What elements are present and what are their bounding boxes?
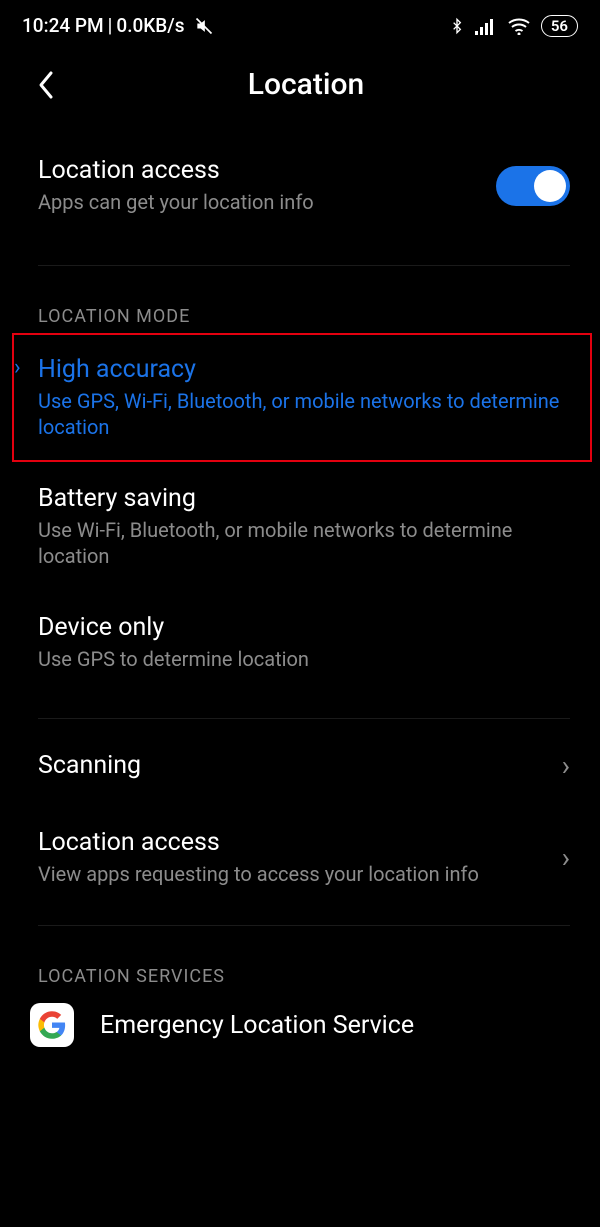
emergency-location-service-row[interactable]: Emergency Location Service xyxy=(0,993,600,1047)
mode-battery-saving-subtitle: Use Wi-Fi, Bluetooth, or mobile networks… xyxy=(38,517,570,569)
page-title: Location xyxy=(60,67,552,102)
chevron-right-icon: › xyxy=(550,749,570,782)
mute-icon xyxy=(194,16,214,36)
status-bar: 10:24 PM | 0.0KB/s xyxy=(0,0,600,45)
location-access-apps-title: Location access xyxy=(38,828,550,857)
signal-icon xyxy=(475,17,497,35)
status-sep: | xyxy=(108,14,113,37)
wifi-icon xyxy=(507,17,531,35)
mode-high-accuracy[interactable]: › High accuracy Use GPS, Wi-Fi, Bluetoot… xyxy=(0,333,600,462)
bluetooth-icon xyxy=(449,15,465,37)
location-access-apps-row[interactable]: Location access View apps requesting to … xyxy=(0,812,600,915)
battery-indicator: 56 xyxy=(541,15,578,37)
location-access-subtitle: Apps can get your location info xyxy=(38,189,496,215)
mode-battery-saving[interactable]: Battery saving Use Wi-Fi, Bluetooth, or … xyxy=(0,462,600,591)
selected-indicator-icon: › xyxy=(14,355,21,380)
section-label-services: LOCATION SERVICES xyxy=(0,926,600,993)
location-access-row[interactable]: Location access Apps can get your locati… xyxy=(0,124,600,247)
mode-device-only-title: Device only xyxy=(38,613,570,642)
status-time: 10:24 PM xyxy=(22,14,104,37)
mode-high-accuracy-subtitle: Use GPS, Wi-Fi, Bluetooth, or mobile net… xyxy=(38,388,570,440)
location-access-title: Location access xyxy=(38,156,496,185)
header: Location xyxy=(0,45,600,124)
mode-high-accuracy-title: High accuracy xyxy=(38,355,570,384)
scanning-row[interactable]: Scanning › xyxy=(0,719,600,812)
mode-battery-saving-title: Battery saving xyxy=(38,484,570,513)
mode-device-only-subtitle: Use GPS to determine location xyxy=(38,646,570,672)
chevron-right-icon: › xyxy=(550,841,570,874)
location-access-toggle[interactable] xyxy=(496,166,570,206)
back-button[interactable] xyxy=(32,71,60,99)
location-access-apps-subtitle: View apps requesting to access your loca… xyxy=(38,861,550,887)
toggle-knob xyxy=(534,170,566,202)
mode-device-only[interactable]: Device only Use GPS to determine locatio… xyxy=(0,591,600,694)
scanning-title: Scanning xyxy=(38,751,550,780)
emergency-location-service-title: Emergency Location Service xyxy=(100,1011,414,1040)
status-speed: 0.0KB/s xyxy=(116,14,184,37)
section-label-mode: LOCATION MODE xyxy=(0,266,600,333)
google-icon xyxy=(30,1003,74,1047)
